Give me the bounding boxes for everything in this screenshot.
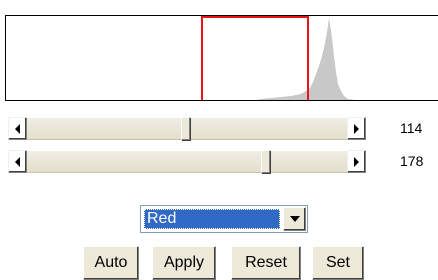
min-slider-thumb[interactable] (181, 117, 190, 140)
apply-button[interactable]: Apply (152, 246, 216, 280)
chevron-down-icon (289, 216, 300, 222)
min-slider-right-button[interactable] (347, 117, 366, 140)
set-button[interactable]: Set (312, 246, 364, 280)
arrow-right-icon (354, 156, 359, 167)
max-slider-left-button[interactable] (8, 150, 27, 173)
min-slider-left-button[interactable] (8, 117, 27, 140)
arrow-right-icon (354, 123, 359, 134)
auto-button[interactable]: Auto (83, 246, 139, 280)
arrow-left-icon (15, 123, 20, 134)
max-slider-value: 178 (400, 153, 424, 169)
histogram-selection-box[interactable] (201, 16, 309, 100)
channel-select-button[interactable] (283, 207, 306, 231)
histogram-panel (5, 15, 438, 101)
max-slider-track[interactable] (27, 150, 347, 173)
max-slider-right-button[interactable] (347, 150, 366, 173)
channel-select-value: Red (144, 209, 280, 229)
max-slider-thumb[interactable] (261, 150, 270, 173)
min-slider-value: 114 (400, 120, 423, 136)
min-slider[interactable] (8, 117, 366, 140)
max-slider[interactable] (8, 150, 366, 173)
channel-select[interactable]: Red (140, 205, 308, 233)
arrow-left-icon (15, 156, 20, 167)
reset-button[interactable]: Reset (231, 246, 301, 280)
